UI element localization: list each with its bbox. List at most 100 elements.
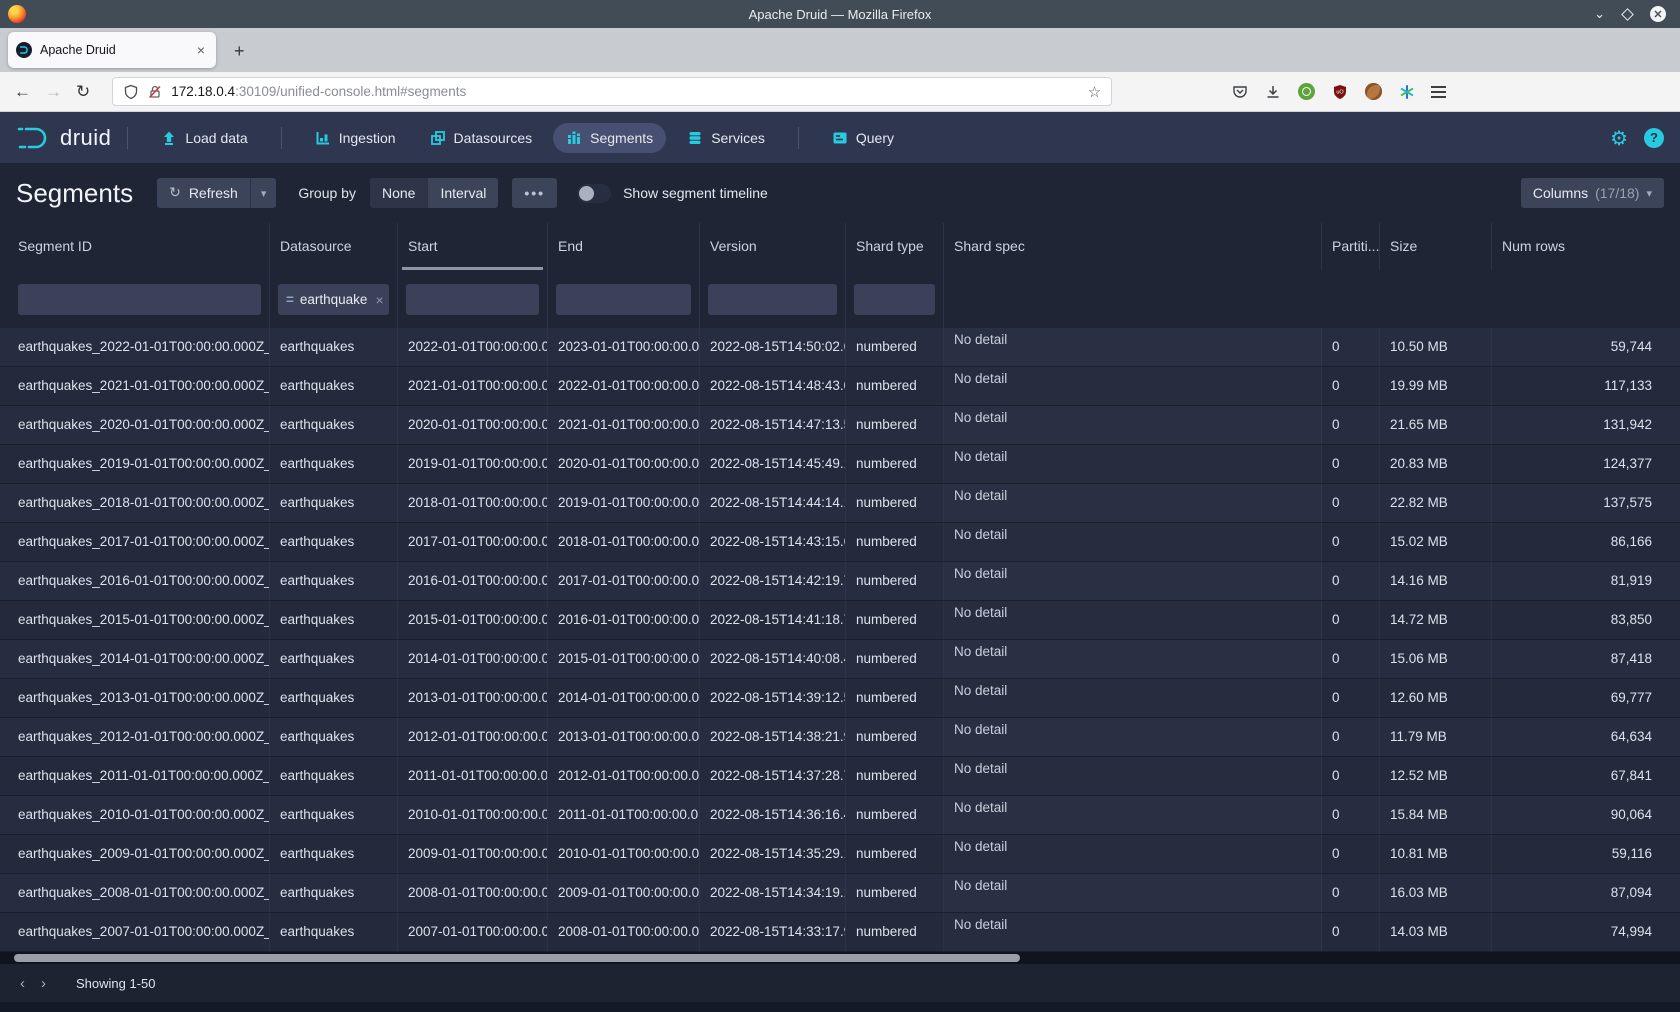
reload-icon[interactable]: ↻ bbox=[76, 82, 90, 102]
segment-id-cell[interactable]: earthquakes_2015-01-01T00:00:00.000Z_2..… bbox=[0, 601, 270, 639]
table-row[interactable]: earthquakes_2013-01-01T00:00:00.000Z_2..… bbox=[0, 679, 1680, 718]
back-icon[interactable]: ← bbox=[14, 82, 31, 102]
start-cell[interactable]: 2013-01-01T00:00:00.0... bbox=[398, 679, 548, 717]
shard-type-filter-input[interactable] bbox=[854, 284, 935, 315]
version-cell[interactable]: 2022-08-15T14:42:19.7... bbox=[700, 562, 846, 600]
shard-type-cell[interactable]: numbered bbox=[846, 367, 944, 405]
num-rows-cell[interactable]: 124,377 bbox=[1492, 445, 1680, 483]
datasource-cell[interactable]: earthquakes bbox=[270, 874, 398, 912]
partition-cell[interactable]: 0 bbox=[1322, 757, 1380, 795]
datasource-cell[interactable]: earthquakes bbox=[270, 757, 398, 795]
partition-cell[interactable]: 0 bbox=[1322, 601, 1380, 639]
shard-type-cell[interactable]: numbered bbox=[846, 640, 944, 678]
close-icon[interactable]: ✕ bbox=[1650, 6, 1666, 22]
menu-icon[interactable] bbox=[1431, 86, 1446, 98]
start-cell[interactable]: 2007-01-01T00:00:00.0... bbox=[398, 913, 548, 951]
column-header-shard-type[interactable]: Shard type bbox=[846, 223, 944, 270]
filter-remove-icon[interactable]: × bbox=[375, 292, 383, 308]
shard-spec-cell[interactable]: No detail bbox=[944, 718, 1322, 756]
horizontal-scrollbar[interactable] bbox=[0, 952, 1680, 964]
shard-spec-cell[interactable]: No detail bbox=[944, 406, 1322, 444]
shard-type-cell[interactable]: numbered bbox=[846, 484, 944, 522]
end-cell[interactable]: 2016-01-01T00:00:00.0... bbox=[548, 601, 700, 639]
size-cell[interactable]: 12.52 MB bbox=[1380, 757, 1492, 795]
segment-id-cell[interactable]: earthquakes_2022-01-01T00:00:00.000Z_2..… bbox=[0, 328, 270, 366]
column-header-segment-id[interactable]: Segment ID bbox=[0, 223, 270, 270]
nav-ingestion[interactable]: Ingestion bbox=[302, 123, 409, 153]
shard-type-cell[interactable]: numbered bbox=[846, 445, 944, 483]
size-cell[interactable]: 15.02 MB bbox=[1380, 523, 1492, 561]
segment-id-cell[interactable]: earthquakes_2019-01-01T00:00:00.000Z_2..… bbox=[0, 445, 270, 483]
new-tab-button[interactable]: + bbox=[226, 39, 253, 64]
size-cell[interactable]: 15.06 MB bbox=[1380, 640, 1492, 678]
end-cell[interactable]: 2017-01-01T00:00:00.0... bbox=[548, 562, 700, 600]
shard-type-cell[interactable]: numbered bbox=[846, 562, 944, 600]
shard-spec-cell[interactable]: No detail bbox=[944, 913, 1322, 951]
partition-cell[interactable]: 0 bbox=[1322, 640, 1380, 678]
group-by-none-button[interactable]: None bbox=[370, 178, 427, 208]
num-rows-cell[interactable]: 87,094 bbox=[1492, 874, 1680, 912]
shard-spec-cell[interactable]: No detail bbox=[944, 757, 1322, 795]
shard-spec-cell[interactable]: No detail bbox=[944, 601, 1322, 639]
end-cell[interactable]: 2009-01-01T00:00:00.0... bbox=[548, 874, 700, 912]
version-cell[interactable]: 2022-08-15T14:48:43.0... bbox=[700, 367, 846, 405]
nav-query[interactable]: Query bbox=[819, 123, 907, 153]
partition-cell[interactable]: 0 bbox=[1322, 523, 1380, 561]
partition-cell[interactable]: 0 bbox=[1322, 484, 1380, 522]
partition-cell[interactable]: 0 bbox=[1322, 445, 1380, 483]
start-cell[interactable]: 2011-01-01T00:00:00.0... bbox=[398, 757, 548, 795]
shard-type-cell[interactable]: numbered bbox=[846, 757, 944, 795]
segment-id-filter-input[interactable] bbox=[18, 284, 261, 315]
nav-datasources[interactable]: Datasources bbox=[417, 123, 546, 153]
datasource-cell[interactable]: earthquakes bbox=[270, 601, 398, 639]
partition-cell[interactable]: 0 bbox=[1322, 913, 1380, 951]
version-cell[interactable]: 2022-08-15T14:33:17.9... bbox=[700, 913, 846, 951]
shard-type-cell[interactable]: numbered bbox=[846, 718, 944, 756]
num-rows-cell[interactable]: 64,634 bbox=[1492, 718, 1680, 756]
prev-page-icon[interactable]: ‹ bbox=[12, 973, 33, 994]
nav-segments[interactable]: Segments bbox=[553, 123, 666, 153]
refresh-button[interactable]: ↻ Refresh bbox=[157, 178, 250, 208]
end-filter-input[interactable] bbox=[556, 284, 691, 315]
table-row[interactable]: earthquakes_2015-01-01T00:00:00.000Z_2..… bbox=[0, 601, 1680, 640]
partition-cell[interactable]: 0 bbox=[1322, 562, 1380, 600]
num-rows-cell[interactable]: 86,166 bbox=[1492, 523, 1680, 561]
end-cell[interactable]: 2008-01-01T00:00:00.0... bbox=[548, 913, 700, 951]
end-cell[interactable]: 2023-01-01T00:00:00.0... bbox=[548, 328, 700, 366]
size-cell[interactable]: 20.83 MB bbox=[1380, 445, 1492, 483]
segment-id-cell[interactable]: earthquakes_2007-01-01T00:00:00.000Z_2..… bbox=[0, 913, 270, 951]
start-cell[interactable]: 2010-01-01T00:00:00.0... bbox=[398, 796, 548, 834]
size-cell[interactable]: 16.03 MB bbox=[1380, 874, 1492, 912]
shield-icon[interactable] bbox=[123, 84, 139, 100]
shard-type-cell[interactable]: numbered bbox=[846, 328, 944, 366]
end-cell[interactable]: 2021-01-01T00:00:00.0... bbox=[548, 406, 700, 444]
segment-id-cell[interactable]: earthquakes_2017-01-01T00:00:00.000Z_2..… bbox=[0, 523, 270, 561]
start-cell[interactable]: 2020-01-01T00:00:00.0... bbox=[398, 406, 548, 444]
segment-timeline-toggle[interactable] bbox=[577, 184, 611, 203]
segment-id-cell[interactable]: earthquakes_2013-01-01T00:00:00.000Z_2..… bbox=[0, 679, 270, 717]
end-cell[interactable]: 2019-01-01T00:00:00.0... bbox=[548, 484, 700, 522]
shard-spec-cell[interactable]: No detail bbox=[944, 523, 1322, 561]
start-cell[interactable]: 2022-01-01T00:00:00.0... bbox=[398, 328, 548, 366]
datasource-cell[interactable]: earthquakes bbox=[270, 367, 398, 405]
end-cell[interactable]: 2020-01-01T00:00:00.0... bbox=[548, 445, 700, 483]
start-cell[interactable]: 2012-01-01T00:00:00.0... bbox=[398, 718, 548, 756]
size-cell[interactable]: 21.65 MB bbox=[1380, 406, 1492, 444]
maximize-icon[interactable] bbox=[1623, 10, 1632, 19]
shard-spec-cell[interactable]: No detail bbox=[944, 484, 1322, 522]
start-cell[interactable]: 2016-01-01T00:00:00.0... bbox=[398, 562, 548, 600]
shard-spec-cell[interactable]: No detail bbox=[944, 640, 1322, 678]
scrollbar-thumb[interactable] bbox=[14, 954, 1020, 962]
num-rows-cell[interactable]: 131,942 bbox=[1492, 406, 1680, 444]
column-header-start[interactable]: Start bbox=[398, 223, 548, 270]
shard-type-cell[interactable]: numbered bbox=[846, 796, 944, 834]
size-cell[interactable]: 14.72 MB bbox=[1380, 601, 1492, 639]
start-cell[interactable]: 2021-01-01T00:00:00.0... bbox=[398, 367, 548, 405]
shard-type-cell[interactable]: numbered bbox=[846, 523, 944, 561]
nav-load-data[interactable]: Load data bbox=[148, 123, 260, 153]
extension-green-icon[interactable] bbox=[1298, 83, 1315, 100]
minimize-icon[interactable]: ⌄ bbox=[1594, 6, 1605, 22]
segment-id-cell[interactable]: earthquakes_2016-01-01T00:00:00.000Z_2..… bbox=[0, 562, 270, 600]
url-text[interactable]: 172.18.0.4:30109/unified-console.html#se… bbox=[171, 84, 1088, 99]
table-row[interactable]: earthquakes_2014-01-01T00:00:00.000Z_2..… bbox=[0, 640, 1680, 679]
